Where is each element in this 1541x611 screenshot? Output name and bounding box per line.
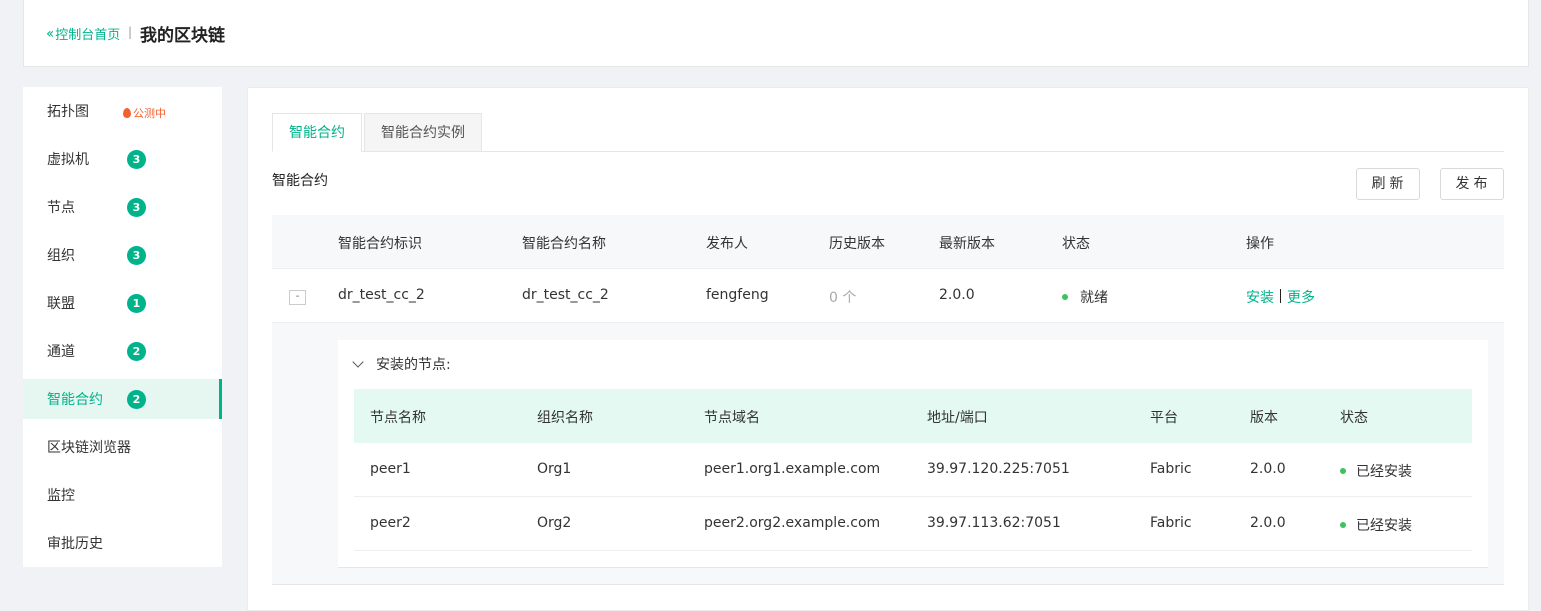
column-header: 版本: [1250, 410, 1278, 426]
sidebar-item-label: 智能合约: [47, 392, 103, 408]
publisher: fengfeng: [706, 287, 769, 303]
node-address: 39.97.120.225:7051: [927, 461, 1070, 477]
column-header: 发布人: [706, 236, 748, 252]
column-header: 状态: [1340, 410, 1368, 426]
collapse-row-button[interactable]: -: [289, 290, 306, 305]
breadcrumb-separator: |: [128, 25, 133, 39]
publish-button[interactable]: 发布: [1440, 168, 1504, 200]
sidebar-item-label: 虚拟机: [47, 152, 89, 168]
latest-version: 2.0.0: [939, 287, 975, 303]
table-row: peer1 Org1 peer1.org1.example.com 39.97.…: [354, 443, 1472, 497]
sidebar-item-label: 节点: [47, 200, 75, 216]
install-link[interactable]: 安装: [1246, 290, 1274, 306]
sidebar-item-label: 拓扑图: [47, 104, 89, 120]
sidebar-item-orgs[interactable]: 组织 3: [23, 235, 222, 275]
actions-cell: 安装 更多: [1246, 287, 1315, 307]
org-name: Org1: [537, 461, 572, 477]
count-badge: 3: [127, 198, 146, 217]
column-header: 最新版本: [939, 236, 995, 252]
main-panel: 智能合约 智能合约实例 智能合约 刷新 发布 智能合约标识 智能合约名称 发布人…: [247, 87, 1529, 611]
column-header: 智能合约标识: [338, 236, 422, 252]
nodes-table-header: 节点名称 组织名称 节点域名 地址/端口 平台 版本 状态: [354, 389, 1472, 443]
column-header: 节点域名: [704, 410, 760, 426]
node-domain: peer2.org2.example.com: [704, 515, 881, 531]
contract-id: dr_test_cc_2: [338, 287, 425, 303]
back-link-label: 控制台首页: [55, 28, 121, 43]
status-dot-icon: [1340, 467, 1346, 474]
sidebar-item-label: 组织: [47, 248, 75, 264]
status-dot-icon: [1062, 293, 1068, 300]
node-domain: peer1.org1.example.com: [704, 461, 881, 477]
column-header: 智能合约名称: [522, 236, 606, 252]
status-text: 就绪: [1080, 290, 1108, 306]
expanded-row: 安装的节点: 节点名称 组织名称 节点域名 地址/端口 平台 版本 状态 pee…: [272, 323, 1504, 585]
column-header: 平台: [1150, 410, 1178, 426]
count-badge: 1: [127, 294, 146, 313]
table-row: peer2 Org2 peer2.org2.example.com 39.97.…: [354, 497, 1472, 551]
node-version: 2.0.0: [1250, 515, 1286, 531]
tab-bar: 智能合约 智能合约实例: [272, 113, 1504, 152]
sidebar-item-label: 联盟: [47, 296, 75, 312]
installed-nodes-panel: 安装的节点: 节点名称 组织名称 节点域名 地址/端口 平台 版本 状态 pee…: [338, 340, 1488, 568]
contract-name: dr_test_cc_2: [522, 287, 609, 303]
sidebar-item-approval-history[interactable]: 审批历史: [23, 523, 222, 563]
fire-icon: [123, 108, 131, 118]
sidebar-item-channels[interactable]: 通道 2: [23, 331, 222, 371]
node-platform: Fabric: [1150, 515, 1192, 531]
node-platform: Fabric: [1150, 461, 1192, 477]
sidebar-item-topology[interactable]: 拓扑图 公测中: [23, 91, 222, 131]
column-header: 组织名称: [537, 410, 593, 426]
column-header: 地址/端口: [927, 410, 988, 426]
count-badge: 2: [127, 390, 146, 409]
node-name: peer2: [370, 515, 411, 531]
history-versions: 0 个: [829, 290, 857, 306]
column-header: 节点名称: [370, 410, 426, 426]
column-header: 操作: [1246, 236, 1274, 252]
sidebar-item-smart-contracts[interactable]: 智能合约 2: [23, 379, 222, 419]
sidebar-item-label: 审批历史: [47, 536, 103, 552]
node-version: 2.0.0: [1250, 461, 1286, 477]
node-status: 已经安装: [1340, 461, 1412, 481]
chevron-down-icon: [352, 356, 364, 368]
beta-tag: 公测中: [123, 105, 166, 121]
back-to-console-link[interactable]: ‹‹ 控制台首页: [46, 24, 121, 44]
sidebar-item-label: 监控: [47, 488, 75, 504]
top-header: ‹‹ 控制台首页 | 我的区块链: [23, 0, 1529, 67]
sidebar-item-label: 通道: [47, 344, 75, 360]
table-header: 智能合约标识 智能合约名称 发布人 历史版本 最新版本 状态 操作: [272, 215, 1504, 269]
count-badge: 2: [127, 342, 146, 361]
org-name: Org2: [537, 515, 572, 531]
sidebar-item-explorer[interactable]: 区块链浏览器: [23, 427, 222, 467]
installed-nodes-toggle[interactable]: 安装的节点:: [352, 354, 451, 374]
sidebar-item-label: 区块链浏览器: [47, 440, 131, 456]
sidebar-item-vm[interactable]: 虚拟机 3: [23, 139, 222, 179]
node-name: peer1: [370, 461, 411, 477]
sidebar: 拓扑图 公测中 虚拟机 3 节点 3 组织 3 联盟 1 通道 2 智能合约 2…: [23, 87, 222, 567]
count-badge: 3: [127, 246, 146, 265]
status-dot-icon: [1340, 521, 1346, 528]
sidebar-item-nodes[interactable]: 节点 3: [23, 187, 222, 227]
installed-nodes-title: 安装的节点:: [376, 357, 451, 373]
count-badge: 3: [127, 150, 146, 169]
node-address: 39.97.113.62:7051: [927, 515, 1061, 531]
tab-contract-instances[interactable]: 智能合约实例: [364, 113, 482, 152]
section-title: 智能合约: [272, 173, 328, 189]
page-title: 我的区块链: [140, 26, 225, 46]
refresh-button[interactable]: 刷新: [1356, 168, 1420, 200]
node-status: 已经安装: [1340, 515, 1412, 535]
sidebar-item-monitor[interactable]: 监控: [23, 475, 222, 515]
sidebar-item-consortium[interactable]: 联盟 1: [23, 283, 222, 323]
status-cell: 就绪: [1062, 287, 1108, 307]
column-header: 历史版本: [829, 236, 885, 252]
tab-smart-contracts[interactable]: 智能合约: [272, 113, 362, 152]
action-divider: [1280, 289, 1281, 303]
double-chevron-left-icon: ‹‹: [46, 25, 54, 42]
more-link[interactable]: 更多: [1287, 290, 1315, 306]
table-row: - dr_test_cc_2 dr_test_cc_2 fengfeng 0 个…: [272, 269, 1504, 323]
column-header: 状态: [1062, 236, 1090, 252]
